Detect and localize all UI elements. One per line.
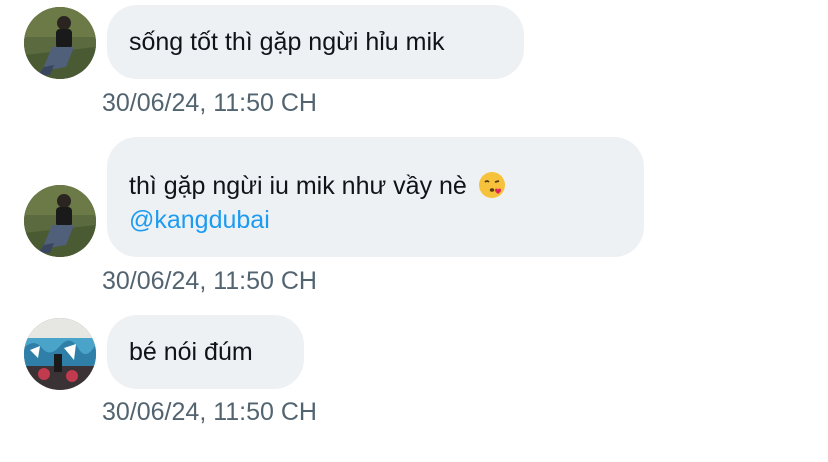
message-text: sống tốt thì gặp ngừi hỉu mik [129,28,445,56]
message-timestamp: 30/06/24, 11:50 CH [102,89,317,117]
message-text: bé nói đúm [129,338,253,366]
person-sitting-on-grass-avatar-icon [24,7,96,79]
graffiti-wall-avatar-icon [24,318,96,390]
message-bubble[interactable]: bé nói đúm [107,315,304,389]
message-timestamp: 30/06/24, 11:50 CH [102,267,317,295]
kissing-face-emoji-icon [478,172,505,198]
message-timestamp: 30/06/24, 11:50 CH [102,398,317,426]
mention-link[interactable]: @kangdubai [129,203,622,237]
person-sitting-on-grass-avatar-icon [24,185,96,257]
avatar[interactable] [24,185,96,257]
message-group-1: sống tốt thì gặp ngừi hỉu mik 30/06/24, … [0,0,828,130]
avatar[interactable] [24,7,96,79]
message-text-line: thì gặp ngừi iu mik như vầy nè [129,169,622,203]
avatar[interactable] [24,318,96,390]
message-text: thì gặp ngừi iu mik như vầy nè [129,172,467,200]
message-group-2: thì gặp ngừi iu mik như vầy nè @kangduba… [0,135,828,305]
message-group-3: bé nói đúm 30/06/24, 11:50 CH [0,310,828,462]
message-bubble[interactable]: thì gặp ngừi iu mik như vầy nè @kangduba… [107,137,644,257]
message-bubble[interactable]: sống tốt thì gặp ngừi hỉu mik [107,5,524,79]
dm-thread: sống tốt thì gặp ngừi hỉu mik 30/06/24, … [0,0,828,462]
